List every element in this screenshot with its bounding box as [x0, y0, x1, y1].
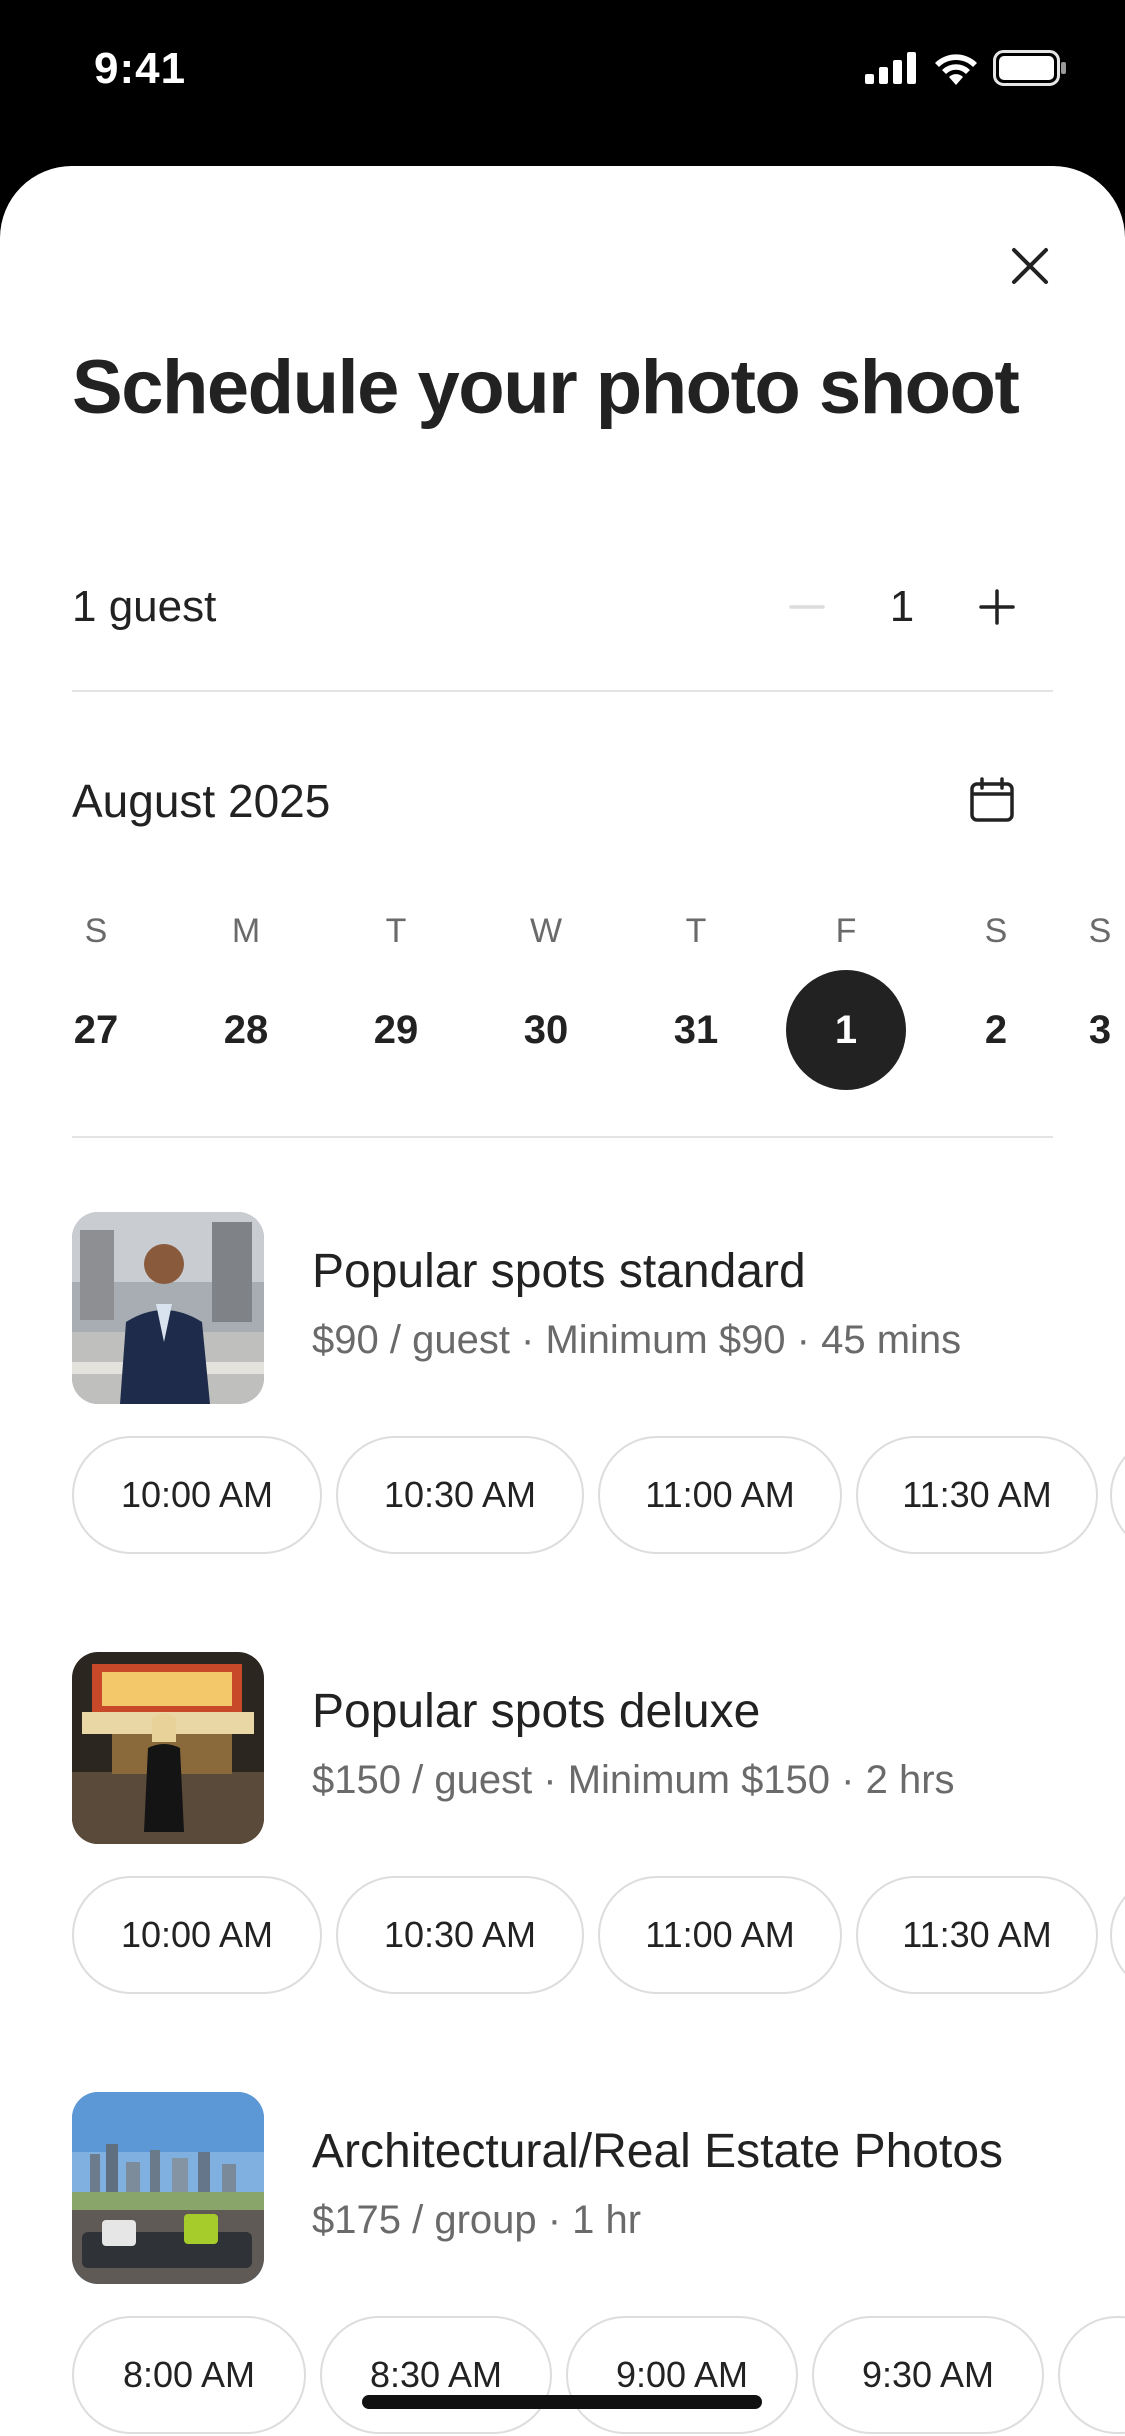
time-slot-button-partial[interactable] [1110, 1436, 1125, 1554]
listing-title[interactable]: Popular spots standard [312, 1244, 806, 1299]
listing-price-details: $150 / guest · Minimum $150 · 2 hrs [312, 1758, 955, 1802]
divider [72, 1136, 1053, 1138]
time-slot-button[interactable]: 10:00 AM [72, 1436, 322, 1554]
day-column: F 1 [786, 906, 906, 1090]
weekday-label: S [1088, 912, 1112, 950]
time-slot-button[interactable]: 11:30 AM [856, 1436, 1098, 1554]
listing-thumbnail[interactable] [72, 1652, 264, 1844]
weekday-label: T [385, 912, 407, 950]
battery-icon [993, 50, 1066, 86]
listing-price-details: $175 / group · 1 hr [312, 2198, 642, 2242]
status-icons [865, 50, 1067, 86]
listing-title[interactable]: Popular spots deluxe [312, 1684, 760, 1739]
listing-title[interactable]: Architectural/Real Estate Photos [312, 2124, 1003, 2179]
decrease-guests-button[interactable] [772, 572, 842, 642]
plus-icon [979, 589, 1015, 625]
time-slot-button-partial[interactable] [1110, 1876, 1125, 1994]
time-slot-button[interactable]: 8:00 AM [72, 2316, 306, 2434]
time-slot-button[interactable]: 10:30 AM [336, 1436, 584, 1554]
calendar-button[interactable] [962, 770, 1022, 830]
time-slot-button-partial[interactable] [1058, 2316, 1125, 2434]
day-column: W 30 [486, 906, 606, 1090]
wifi-icon [935, 54, 977, 85]
status-time: 9:41 [94, 44, 187, 93]
day-column: S 27 [36, 906, 156, 1090]
day-column: S 26 [0, 906, 6, 1090]
day-column: S 3 [1040, 906, 1125, 1090]
calendar-icon [970, 777, 1014, 822]
home-indicator [362, 2395, 762, 2409]
day-button[interactable]: 27 [36, 970, 156, 1090]
close-button[interactable] [1000, 236, 1060, 296]
day-column: T 29 [336, 906, 456, 1090]
guest-count-label: 1 guest [72, 582, 217, 631]
theater-marquee-photo [72, 1652, 264, 1844]
day-button[interactable]: 29 [336, 970, 456, 1090]
guest-count-value: 1 [889, 582, 915, 631]
listing-price-details: $90 / guest · Minimum $90 · 45 mins [312, 1318, 962, 1362]
time-slot-button[interactable]: 11:00 AM [598, 1876, 842, 1994]
time-slot-list: 10:00 AM 10:30 AM 11:00 AM 11:30 AM [72, 1876, 1125, 1996]
time-slot-button[interactable]: 10:30 AM [336, 1876, 584, 1994]
time-slot-button[interactable]: 8:30 AM [320, 2316, 552, 2434]
portrait-photo [72, 1212, 264, 1404]
time-slot-list: 8:00 AM 8:30 AM 9:00 AM 9:30 AM [72, 2316, 1125, 2436]
divider [72, 690, 1053, 692]
time-slot-button[interactable]: 9:00 AM [566, 2316, 798, 2434]
weekday-label: F [835, 912, 857, 950]
day-button[interactable]: 31 [636, 970, 756, 1090]
day-column: S 2 [936, 906, 1056, 1090]
selected-day-button[interactable]: 1 [786, 970, 906, 1090]
minus-icon [789, 605, 825, 609]
schedule-sheet: Schedule your photo shoot 1 guest 1 Augu… [0, 166, 1125, 2436]
day-button[interactable]: 30 [486, 970, 606, 1090]
day-button[interactable]: 28 [186, 970, 306, 1090]
weekday-label: W [529, 912, 563, 950]
weekday-label: T [685, 912, 707, 950]
guest-row: 1 guest 1 [72, 556, 1053, 666]
increase-guests-button[interactable] [962, 572, 1032, 642]
rooftop-skyline-photo [72, 2092, 264, 2284]
time-slot-button[interactable]: 10:00 AM [72, 1876, 322, 1994]
time-slot-button[interactable]: 11:00 AM [598, 1436, 842, 1554]
listing-thumbnail[interactable] [72, 2092, 264, 2284]
page-title: Schedule your photo shoot [72, 345, 1020, 430]
weekday-label: S [0, 906, 6, 956]
listing-thumbnail[interactable] [72, 1212, 264, 1404]
day-column: M 28 [186, 906, 306, 1090]
status-bar: 9:41 [0, 0, 1125, 140]
weekday-label: S [84, 912, 108, 950]
time-slot-list: 10:00 AM 10:30 AM 11:00 AM 11:30 AM [72, 1436, 1125, 1556]
week-strip: S 26 S 27 M 28 T 29 W 30 T 31 F 1 S 2 [0, 906, 1125, 1090]
weekday-label: M [231, 912, 261, 950]
time-slot-button[interactable]: 11:30 AM [856, 1876, 1098, 1994]
time-slot-button[interactable]: 9:30 AM [812, 2316, 1044, 2434]
day-button[interactable]: 2 [936, 970, 1056, 1090]
month-label: August 2025 [72, 775, 331, 827]
close-icon [1012, 248, 1048, 284]
day-button[interactable]: 3 [1040, 970, 1125, 1090]
day-button[interactable]: 26 [0, 970, 6, 1090]
day-column: T 31 [636, 906, 756, 1090]
weekday-label: S [984, 912, 1008, 950]
cellular-signal-icon [865, 52, 916, 84]
